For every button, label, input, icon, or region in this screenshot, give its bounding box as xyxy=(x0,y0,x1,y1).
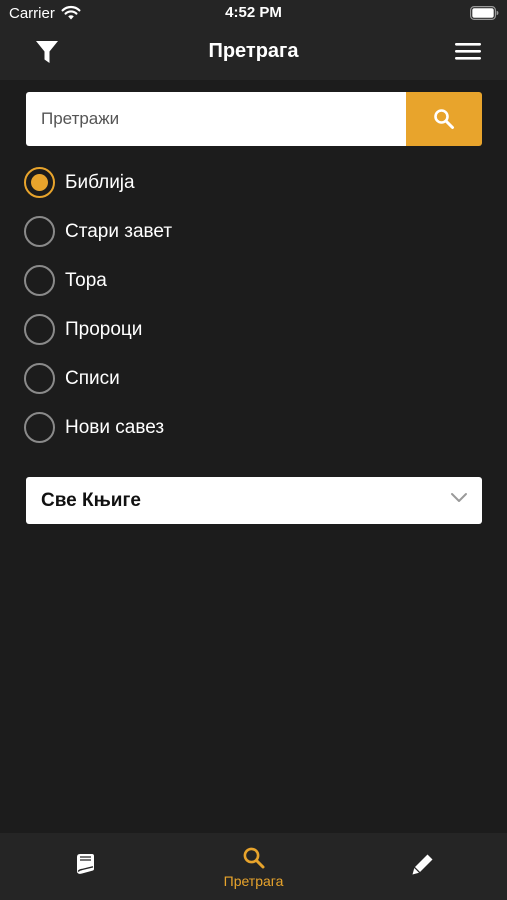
book-select-value: Све Књиге xyxy=(41,489,141,511)
scope-option-bible[interactable]: Библија xyxy=(24,158,484,207)
scope-option-new-covenant[interactable]: Нови савез xyxy=(24,403,484,452)
scope-option-label: Тора xyxy=(65,269,107,291)
top-bar: Carrier 4:52 PM Претрага xyxy=(0,0,507,80)
tab-notes[interactable] xyxy=(338,833,507,900)
scope-option-label: Пророци xyxy=(65,318,143,340)
status-time: 4:52 PM xyxy=(225,4,282,21)
scope-option-prophets[interactable]: Пророци xyxy=(24,305,484,354)
scope-option-old-testament[interactable]: Стари завет xyxy=(24,207,484,256)
pencil-icon xyxy=(412,854,432,875)
radio-button[interactable] xyxy=(24,167,55,198)
page-title: Претрага xyxy=(208,40,299,62)
radio-button[interactable] xyxy=(24,216,55,247)
hamburger-menu-icon[interactable] xyxy=(455,40,481,62)
tab-reader[interactable] xyxy=(0,833,169,900)
scope-option-label: Стари завет xyxy=(65,220,173,242)
status-bar: Carrier 4:52 PM xyxy=(0,0,507,28)
scope-radio-group: Библија Стари завет Тора Пророци Списи Н… xyxy=(24,158,484,452)
scope-option-label: Нови савез xyxy=(65,416,165,438)
search-icon xyxy=(243,847,264,869)
radio-button[interactable] xyxy=(24,265,55,296)
radio-selected-dot xyxy=(31,174,48,191)
radio-button[interactable] xyxy=(24,412,55,443)
radio-button[interactable] xyxy=(24,314,55,345)
search-bar xyxy=(26,92,482,146)
scope-option-label: Библија xyxy=(65,171,135,193)
tab-search-label: Претрага xyxy=(223,873,284,889)
book-icon xyxy=(76,854,94,874)
tab-search[interactable]: Претрага xyxy=(169,833,338,900)
radio-button[interactable] xyxy=(24,363,55,394)
scope-option-writings[interactable]: Списи xyxy=(24,354,484,403)
navigation-bar: Претрага xyxy=(0,28,507,80)
book-select-dropdown[interactable]: Све Књиге xyxy=(26,477,482,524)
search-input[interactable] xyxy=(26,92,406,146)
scope-option-torah[interactable]: Тора xyxy=(24,256,484,305)
chevron-down-icon xyxy=(451,493,467,502)
tab-bar: Претрага xyxy=(0,833,507,900)
battery-icon xyxy=(470,6,499,20)
scope-option-label: Списи xyxy=(65,367,120,389)
search-screen: Carrier 4:52 PM Претрага Претражи Библиј… xyxy=(0,0,507,900)
search-button[interactable] xyxy=(406,92,482,146)
search-icon xyxy=(434,109,454,129)
